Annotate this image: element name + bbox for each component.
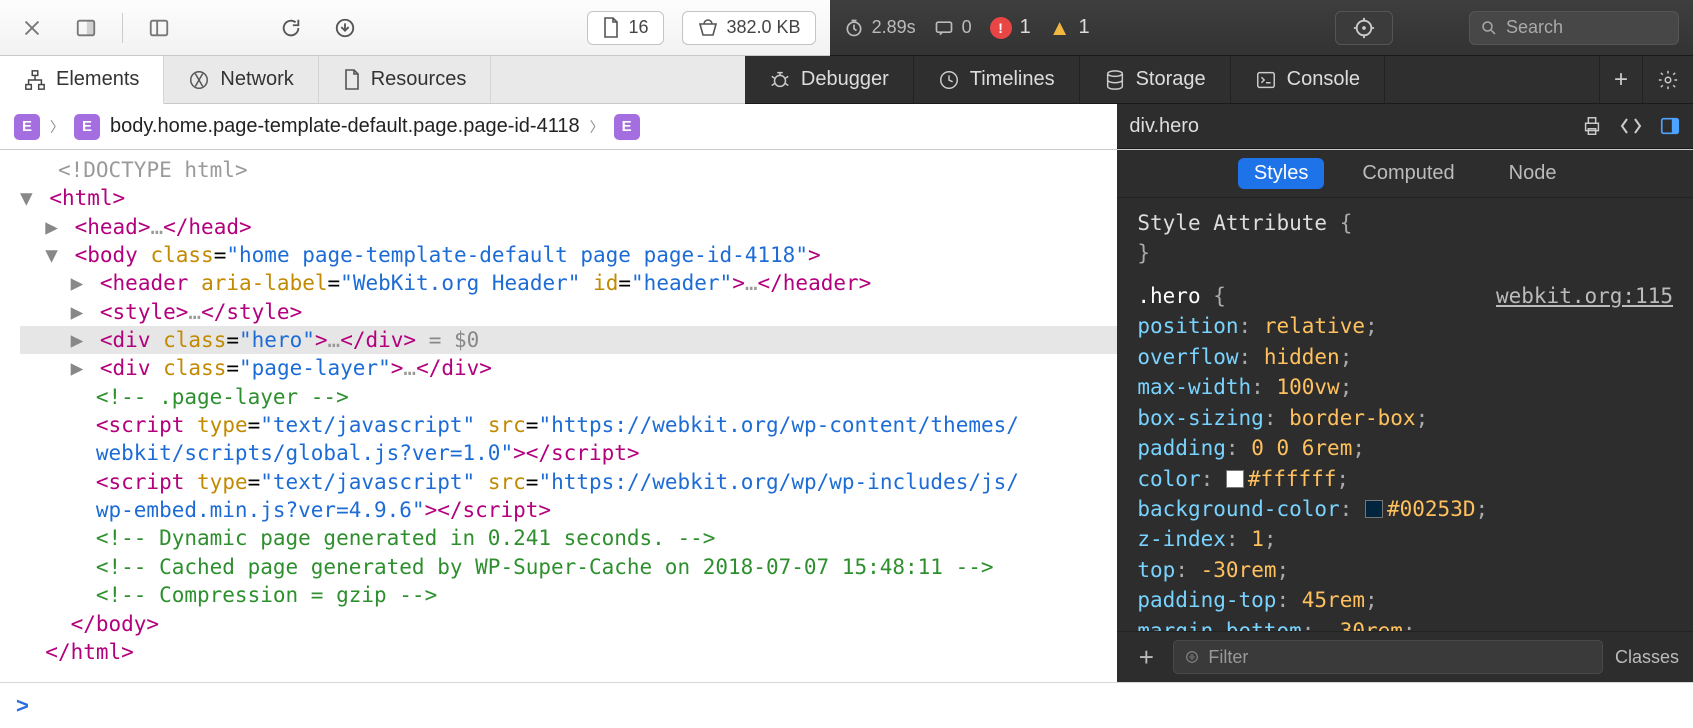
bug-icon [769,69,791,91]
rule-source-link[interactable]: webkit.org:115 [1496,281,1673,311]
css-property[interactable]: padding: 0 0 6rem; [1137,433,1673,463]
filter-icon [1184,649,1200,665]
tab-timelines[interactable]: Timelines [914,56,1080,103]
panel-tabs: Elements Network Resources Debugger Time… [0,56,1693,104]
element-chip: E [614,114,640,140]
hierarchy-icon [24,69,46,91]
css-property[interactable]: top: -30rem; [1137,555,1673,585]
breadcrumb-path[interactable]: E 〉 E body.home.page-template-default.pa… [0,104,1117,149]
warnings-badge[interactable]: ▲ 1 [1049,15,1090,41]
page-size: 382.0 KB [727,17,801,38]
css-property[interactable]: position: relative; [1137,311,1673,341]
css-rules[interactable]: Style Attribute { } .hero { webkit.org:1… [1117,198,1693,631]
toolbar-dark: 2.89s 0 ! 1 ▲ 1 Search [830,0,1693,56]
print-styles-button[interactable] [1581,115,1603,137]
sidebar-toggle-button[interactable] [1659,115,1681,137]
search-input[interactable]: Search [1469,11,1679,45]
tab-resources[interactable]: Resources [319,56,492,103]
css-property[interactable]: background-color: #00253D; [1137,494,1673,524]
toolbar-light: 16 382.0 KB [0,0,830,56]
tab-storage[interactable]: Storage [1080,56,1231,103]
reload-button[interactable] [273,12,309,44]
css-property[interactable]: margin-bottom: -30rem; [1137,616,1673,631]
selected-dom-node: ▶ <div class="hero">…</div> = $0 [20,326,1117,354]
messages-count[interactable]: 0 [934,17,972,38]
warning-icon: ▲ [1049,15,1071,41]
subtab-node[interactable]: Node [1493,158,1573,189]
network-icon [188,69,210,91]
tab-network[interactable]: Network [164,56,318,103]
css-property[interactable]: overflow: hidden; [1137,342,1673,372]
styles-panel: Styles Computed Node Style Attribute { }… [1117,150,1693,682]
styles-filter-bar: + Filter Classes [1117,631,1693,682]
selected-node: div.hero [1129,115,1199,138]
new-rule-button[interactable]: + [1131,642,1161,673]
search-icon [1480,19,1498,37]
gear-icon [1657,69,1679,91]
panel-toggle-button[interactable] [141,12,177,44]
tab-debugger[interactable]: Debugger [745,56,914,103]
subtab-styles[interactable]: Styles [1238,158,1324,189]
new-tab-button[interactable]: + [1599,56,1642,103]
css-property[interactable]: z-index: 1; [1137,524,1673,554]
css-property[interactable]: padding-top: 45rem; [1137,585,1673,615]
main-content: <!DOCTYPE html> ▼ <html> ▶ <head>…</head… [0,150,1693,682]
page-size-pill[interactable]: 382.0 KB [682,11,816,45]
error-icon: ! [990,17,1012,39]
css-property[interactable]: max-width: 100vw; [1137,372,1673,402]
clock-icon [938,69,960,91]
element-chip: E [74,114,100,140]
errors-badge[interactable]: ! 1 [990,16,1031,39]
dock-side-button[interactable] [68,12,104,44]
document-icon [343,69,361,91]
tab-elements[interactable]: Elements [0,56,164,104]
load-time[interactable]: 2.89s [844,17,916,38]
classes-toggle[interactable]: Classes [1615,647,1679,668]
tab-console[interactable]: Console [1231,56,1385,103]
subtab-computed[interactable]: Computed [1346,158,1470,189]
download-button[interactable] [327,12,363,44]
breadcrumb-dark: div.hero [1117,104,1693,149]
toolbar: 16 382.0 KB 2.89s 0 ! 1 ▲ 1 Sea [0,0,1693,56]
prompt-caret-icon: > [16,693,29,719]
console-prompt-bar[interactable]: > [0,682,1693,728]
document-count: 16 [628,17,648,38]
element-chip: E [14,114,40,140]
database-icon [1104,69,1126,91]
styles-subtabs: Styles Computed Node [1117,150,1693,198]
styles-filter-input[interactable]: Filter [1173,640,1603,674]
document-count-pill[interactable]: 16 [587,11,663,45]
breadcrumb-bar: E 〉 E body.home.page-template-default.pa… [0,104,1693,150]
dom-tree[interactable]: <!DOCTYPE html> ▼ <html> ▶ <head>…</head… [0,150,1117,682]
css-property[interactable]: color: #ffffff; [1137,464,1673,494]
css-property[interactable]: box-sizing: border-box; [1137,403,1673,433]
code-view-button[interactable] [1619,115,1643,137]
console-icon [1255,69,1277,91]
element-picker-button[interactable] [1335,11,1393,45]
settings-button[interactable] [1642,56,1693,103]
close-button[interactable] [14,12,50,44]
